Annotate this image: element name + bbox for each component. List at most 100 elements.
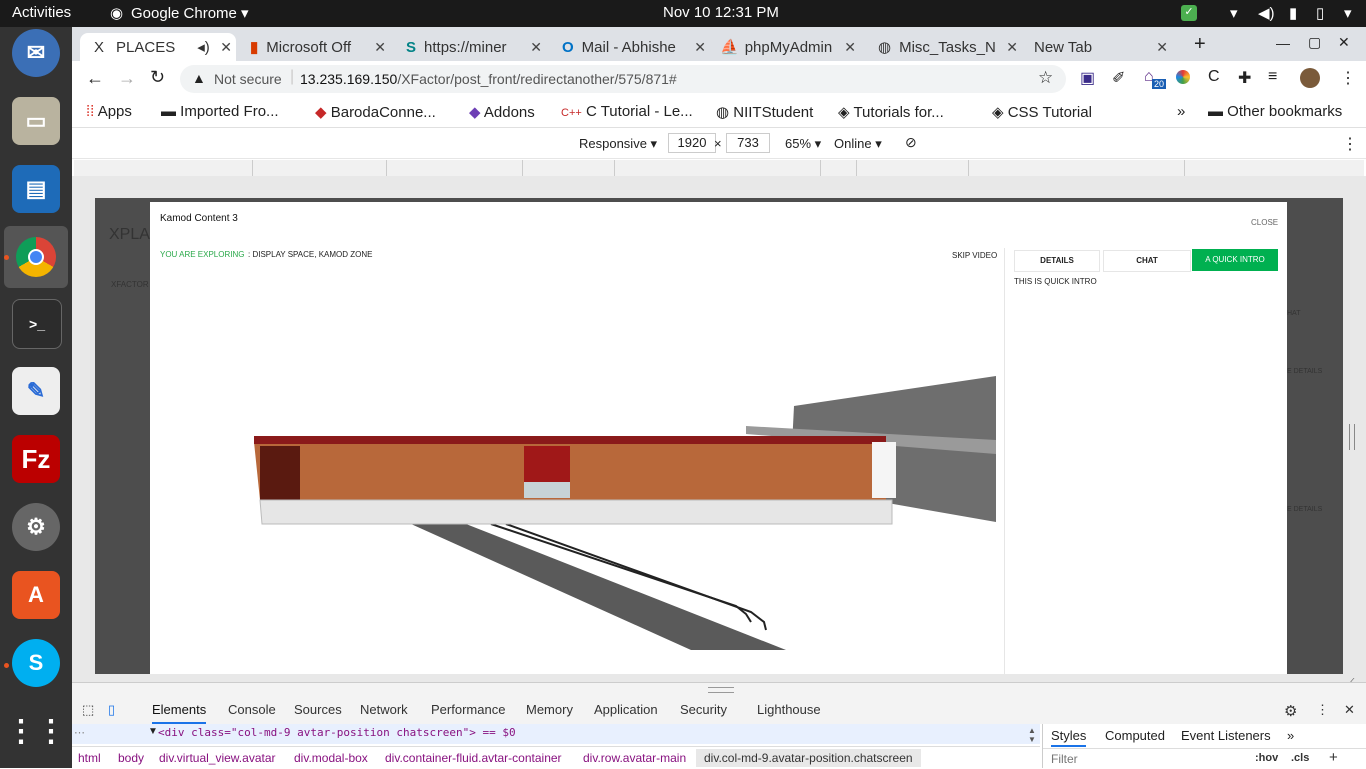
rotate-icon[interactable]: ⊘ xyxy=(905,134,917,151)
close-icon[interactable]: ✕ xyxy=(1006,39,1018,56)
tab-lighthouse[interactable]: Lighthouse xyxy=(757,702,821,717)
crumb-row[interactable]: div.row.avatar-main xyxy=(583,751,686,765)
warning-icon[interactable]: ▲ xyxy=(192,70,206,86)
devtools-resize-handle[interactable] xyxy=(72,682,1366,697)
hov-toggle[interactable]: :hov xyxy=(1255,752,1278,764)
filter-input[interactable] xyxy=(1049,751,1243,767)
crumb-selected[interactable]: div.col-md-9.avatar-position.chatscreen xyxy=(696,749,921,767)
quick-intro-tab[interactable]: A QUICK INTRO xyxy=(1192,249,1278,271)
dom-ellipsis[interactable]: ⋯ xyxy=(74,726,85,739)
bookmark-apps[interactable]: ⁞⁞ Apps xyxy=(86,103,132,120)
dom-selected-row[interactable]: ⋯ ▼ <div class="col-md-9 avtar-position … xyxy=(72,724,1040,744)
puzzle-icon[interactable]: ✚ xyxy=(1238,68,1251,88)
software-center-icon[interactable]: A xyxy=(12,571,60,619)
app-menu[interactable]: Google Chrome ▾ xyxy=(131,4,249,22)
bookmarks-overflow[interactable]: » xyxy=(1177,103,1185,120)
bookmark-imported[interactable]: ▬ Imported Fro... xyxy=(161,103,279,120)
tab-application[interactable]: Application xyxy=(594,702,658,717)
dom-line[interactable]: <div class="col-md-9 avtar-position chat… xyxy=(158,726,516,739)
tab-phpmyadmin[interactable]: ⛵ phpMyAdmin ✕ xyxy=(720,33,860,61)
thunderbird-icon[interactable]: ✉ xyxy=(12,29,60,77)
width-input[interactable]: 1920 xyxy=(668,133,716,153)
clock[interactable]: Nov 10 12:31 PM xyxy=(663,4,779,21)
tab-microsoft-office[interactable]: ▮ Microsoft Off ✕ xyxy=(250,33,390,61)
bookmark-css-tutorial[interactable]: ◈ CSS Tutorial xyxy=(992,103,1092,121)
code-extension-icon[interactable]: C xyxy=(1208,68,1220,86)
resize-handle-right[interactable] xyxy=(1349,424,1355,450)
close-button[interactable]: CLOSE xyxy=(1251,218,1278,227)
crumb-container-fluid[interactable]: div.container-fluid.avtar-container xyxy=(385,751,562,765)
battery-icon[interactable]: ▯ xyxy=(1316,4,1324,22)
network-dropdown[interactable]: Online ▾ xyxy=(834,136,882,152)
eyedropper-icon[interactable]: ✐ xyxy=(1112,68,1125,88)
crumb-modal-box[interactable]: div.modal-box xyxy=(294,751,368,765)
skip-video-button[interactable]: SKIP VIDEO xyxy=(952,251,997,260)
crumb-body[interactable]: body xyxy=(118,751,144,765)
close-icon[interactable]: ✕ xyxy=(1156,39,1168,56)
address-bar[interactable]: ▲ Not secure | 13.235.169.150/XFactor/po… xyxy=(180,65,1066,93)
close-icon[interactable]: ✕ xyxy=(220,39,232,56)
security-label[interactable]: Not secure xyxy=(214,71,282,87)
back-icon[interactable]: ← xyxy=(86,68,104,89)
files-icon[interactable]: ▭ xyxy=(12,97,60,145)
url-text[interactable]: 13.235.169.150/XFactor/post_front/redire… xyxy=(300,71,677,87)
maximize-button[interactable]: ▢ xyxy=(1308,34,1321,51)
zoom-dropdown[interactable]: 65% ▾ xyxy=(785,136,821,152)
devtools-close-icon[interactable]: ✕ xyxy=(1344,702,1355,718)
close-icon[interactable]: ✕ xyxy=(844,39,856,56)
crumb-html[interactable]: html xyxy=(78,751,101,765)
bookmark-addons[interactable]: ◆ Addons xyxy=(469,103,535,121)
media-query-ruler[interactable] xyxy=(74,160,1364,176)
filezilla-icon[interactable]: Fz xyxy=(12,435,60,483)
tab-elements[interactable]: Elements xyxy=(152,702,207,724)
cls-toggle[interactable]: .cls xyxy=(1291,752,1309,764)
more-menu-icon[interactable]: ⋮ xyxy=(1340,68,1356,88)
page-nav[interactable]: XFACTOR xyxy=(111,280,149,289)
settings-icon[interactable]: ⚙ xyxy=(12,503,60,551)
chrome-dock-icon[interactable] xyxy=(4,226,68,288)
tab-misc-tasks[interactable]: ◍ Misc_Tasks_N ✕ xyxy=(878,33,1022,61)
bookmark-tutorials[interactable]: ◈ Tutorials for... xyxy=(838,103,944,121)
microphone-icon[interactable]: ▮ xyxy=(1289,4,1297,22)
close-icon[interactable]: X xyxy=(94,39,104,56)
libreoffice-impress-icon[interactable]: ▤ xyxy=(12,165,60,213)
show-applications-icon[interactable]: ⋮⋮ xyxy=(6,707,66,755)
computed-tab[interactable]: Computed xyxy=(1105,728,1165,743)
wifi-icon[interactable]: ▾ xyxy=(1230,4,1238,22)
bookmark-baroda[interactable]: ◆ BarodaConne... xyxy=(315,103,436,121)
window-close-button[interactable]: ✕ xyxy=(1338,34,1350,51)
devtools-settings-icon[interactable]: ⚙ xyxy=(1284,702,1297,720)
tab-console[interactable]: Console xyxy=(228,702,276,717)
tab-performance[interactable]: Performance xyxy=(431,702,505,717)
minimize-button[interactable]: — xyxy=(1276,35,1290,51)
volume-icon[interactable]: ◀) xyxy=(1258,4,1275,22)
scroll-down-icon[interactable]: ▼ xyxy=(1028,735,1036,744)
expand-arrow-icon[interactable]: ▼ xyxy=(148,726,158,737)
bookmark-niit[interactable]: ◍ NIITStudent xyxy=(716,103,813,121)
scroll-up-icon[interactable]: ▲ xyxy=(1028,726,1036,735)
color-extension-icon[interactable] xyxy=(1176,70,1190,84)
tab-mail[interactable]: O Mail - Abhishe ✕ xyxy=(562,33,710,61)
height-input[interactable]: 733 xyxy=(726,133,770,153)
bookmark-star-icon[interactable]: ☆ xyxy=(1038,68,1053,88)
activities-button[interactable]: Activities xyxy=(12,4,71,21)
update-icon[interactable]: ✓ xyxy=(1181,5,1197,21)
reload-icon[interactable]: ↻ xyxy=(150,67,165,88)
inspect-icon[interactable]: ⬚ xyxy=(82,702,94,718)
tab-network[interactable]: Network xyxy=(360,702,408,717)
device-more-icon[interactable]: ⋮ xyxy=(1342,134,1358,154)
tab-places[interactable]: X PLACES ◂) ✕ xyxy=(80,33,236,61)
styles-overflow[interactable]: » xyxy=(1287,728,1294,743)
chat-tab[interactable]: CHAT xyxy=(1103,250,1191,272)
skype-icon[interactable]: S xyxy=(12,639,60,687)
terminal-icon[interactable]: >_ xyxy=(12,299,62,349)
close-icon[interactable]: ✕ xyxy=(530,39,542,56)
close-icon[interactable]: ✕ xyxy=(374,39,386,56)
text-editor-icon[interactable]: ✎ xyxy=(12,367,60,415)
styles-tab[interactable]: Styles xyxy=(1051,728,1087,747)
scene-render[interactable] xyxy=(246,374,996,654)
tab-new-tab[interactable]: New Tab ✕ xyxy=(1034,33,1172,61)
event-listeners-tab[interactable]: Event Listeners xyxy=(1181,728,1271,743)
screen-cast-icon[interactable]: ▣ xyxy=(1080,68,1095,88)
system-menu-icon[interactable]: ▾ xyxy=(1344,4,1352,22)
